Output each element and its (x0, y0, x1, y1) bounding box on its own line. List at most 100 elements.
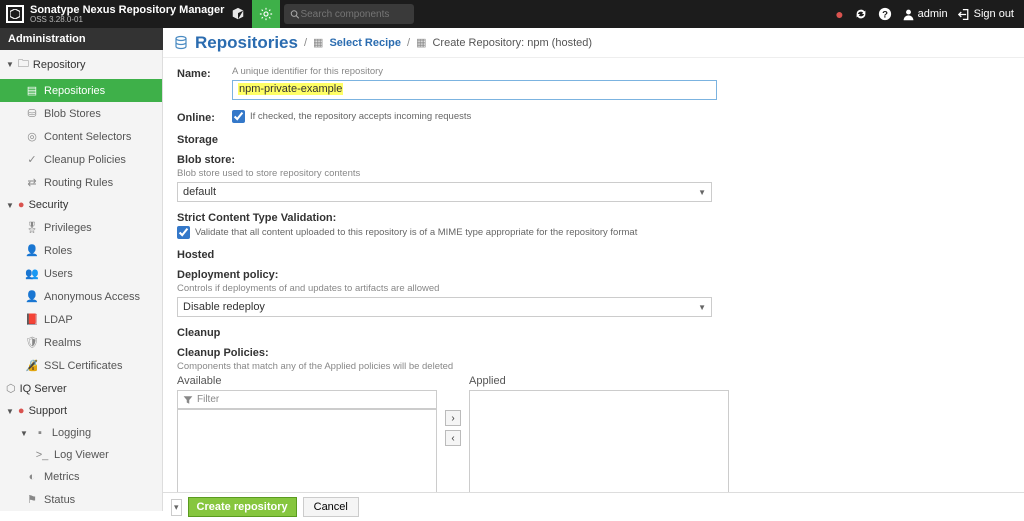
filter-icon (183, 395, 193, 405)
sidebar-item-iq-server[interactable]: ⬡ IQ Server (0, 377, 162, 400)
chevron-down-icon: ▼ (698, 303, 706, 312)
sidebar-item-log-viewer[interactable]: >_Log Viewer (0, 444, 162, 466)
blob-store-hint: Blob store used to store repository cont… (177, 168, 1010, 179)
applied-label: Applied (469, 375, 729, 387)
sidebar-group-label: Support (29, 405, 68, 417)
footer-menu-toggle[interactable]: ▾ (171, 499, 182, 516)
refresh-icon[interactable] (854, 7, 868, 21)
alert-icon[interactable]: ● (835, 6, 843, 22)
sidebar-item-repositories[interactable]: ▤ Repositories (0, 79, 162, 102)
gauge-icon: ◐ (26, 471, 38, 483)
strict-label: Strict Content Type Validation: (177, 212, 1010, 224)
svg-text:?: ? (882, 10, 888, 21)
sidebar: ▼ 🗀 Repository ▤ Repositories ⛁Blob Stor… (0, 50, 163, 511)
sidebar-item-metrics[interactable]: ◐ Metrics (0, 466, 162, 488)
cancel-button[interactable]: Cancel (303, 497, 359, 517)
sidebar-item-content-selectors[interactable]: ◎Content Selectors (0, 125, 162, 148)
online-checkbox[interactable] (232, 110, 245, 123)
sidebar-item-label: Metrics (44, 471, 79, 483)
chevron-down-icon: ▼ (6, 60, 14, 69)
blob-store-select[interactable]: default ▼ (177, 182, 712, 202)
chevron-down-icon: ▼ (698, 188, 706, 197)
search-icon (290, 9, 300, 20)
form-footer: ▾ Create repository Cancel (163, 492, 1024, 521)
deploy-policy-select[interactable]: Disable redeploy ▼ (177, 297, 712, 317)
page-title[interactable]: Repositories (195, 33, 298, 53)
sidebar-item-routing-rules[interactable]: ⇄Routing Rules (0, 171, 162, 194)
route-icon: ⇄ (26, 176, 38, 189)
terminal-icon: >_ (36, 449, 48, 461)
blob-store-value: default (183, 186, 216, 198)
sidebar-item-realms[interactable]: 🛡Realms (0, 331, 162, 354)
available-label: Available (177, 375, 437, 387)
breadcrumb-create: Create Repository: npm (hosted) (432, 37, 592, 49)
available-list[interactable] (177, 409, 437, 492)
product-name: Sonatype Nexus Repository Manager (30, 5, 224, 16)
move-left-button[interactable]: ‹ (445, 430, 461, 446)
sidebar-group-security[interactable]: ▼ ● Security (0, 194, 162, 216)
strict-checkbox-row[interactable]: Validate that all content uploaded to th… (177, 226, 1010, 239)
sidebar-item-label: LDAP (44, 314, 73, 326)
alert-badge-icon: ● (18, 199, 25, 211)
name-label: Name: (177, 66, 232, 100)
user-menu[interactable]: admin (902, 8, 948, 21)
status-icon: ⚑ (26, 493, 38, 506)
strict-hint: Validate that all content uploaded to th… (195, 227, 637, 238)
repositories-icon (173, 35, 189, 51)
log-icon: ▪ (34, 427, 46, 439)
sidebar-item-logging[interactable]: ▼ ▪Logging (0, 422, 162, 444)
sidebar-group-repository[interactable]: ▼ 🗀 Repository (0, 50, 162, 79)
search-input[interactable] (300, 9, 408, 20)
admin-mode-icon[interactable] (252, 0, 280, 28)
filter-placeholder: Filter (197, 394, 219, 405)
sidebar-item-anonymous[interactable]: 👤Anonymous Access (0, 285, 162, 308)
shield2-icon: ⬡ (6, 382, 16, 395)
sidebar-item-label: IQ Server (20, 383, 67, 395)
sidebar-item-cleanup-policies[interactable]: ✓Cleanup Policies (0, 148, 162, 171)
person-icon: 👤 (26, 244, 38, 257)
sidebar-item-ssl[interactable]: 🔏SSL Certificates (0, 354, 162, 377)
help-icon[interactable]: ? (878, 7, 892, 21)
breadcrumb-select-recipe[interactable]: Select Recipe (329, 37, 401, 49)
sidebar-item-users[interactable]: 👥Users (0, 262, 162, 285)
browse-mode-icon[interactable] (224, 0, 252, 28)
storage-section-header: Storage (177, 134, 1010, 146)
name-hint: A unique identifier for this repository (232, 66, 1010, 77)
people-icon: 👥 (26, 267, 38, 280)
recipe-icon: ▦ (313, 36, 323, 49)
breadcrumb-sep: / (304, 37, 307, 49)
shield-icon: 🛡 (26, 336, 38, 349)
sidebar-item-label: Privileges (44, 222, 92, 234)
online-checkbox-row[interactable]: If checked, the repository accepts incom… (232, 110, 1010, 123)
create-repository-button[interactable]: Create repository (188, 497, 297, 517)
strict-checkbox[interactable] (177, 226, 190, 239)
available-filter[interactable]: Filter (177, 390, 437, 409)
applied-list[interactable] (469, 390, 729, 492)
blob-store-label: Blob store: (177, 154, 1010, 166)
sidebar-item-label: Roles (44, 245, 72, 257)
disk-icon: ⛁ (26, 107, 38, 120)
move-right-button[interactable]: › (445, 410, 461, 426)
sidebar-item-blob-stores[interactable]: ⛁Blob Stores (0, 102, 162, 125)
deploy-label: Deployment policy: (177, 269, 1010, 281)
badge-icon: 🎖 (26, 221, 38, 234)
stack-icon: ▤ (26, 84, 38, 97)
broom-icon: ✓ (26, 153, 38, 166)
sidebar-item-label: Status (44, 494, 75, 506)
search-field[interactable] (284, 4, 414, 24)
alert-badge-icon: ● (18, 405, 25, 417)
recipe-icon: ▦ (416, 36, 426, 49)
sidebar-item-roles[interactable]: 👤 Roles (0, 239, 162, 262)
brand-block: Sonatype Nexus Repository Manager OSS 3.… (30, 5, 224, 24)
signout-button[interactable]: Sign out (958, 8, 1014, 21)
sidebar-item-ldap[interactable]: 📕LDAP (0, 308, 162, 331)
cert-icon: 🔏 (26, 359, 38, 372)
sidebar-item-label: Repositories (44, 85, 105, 97)
sidebar-item-privileges[interactable]: 🎖 Privileges (0, 216, 162, 239)
product-version: OSS 3.28.0-01 (30, 16, 224, 24)
cleanup-section-header: Cleanup (177, 327, 1010, 339)
sidebar-group-support[interactable]: ▼ ● Support (0, 400, 162, 422)
sidebar-item-status[interactable]: ⚑ Status (0, 488, 162, 511)
anon-icon: 👤 (26, 290, 38, 303)
name-input[interactable] (232, 80, 717, 100)
